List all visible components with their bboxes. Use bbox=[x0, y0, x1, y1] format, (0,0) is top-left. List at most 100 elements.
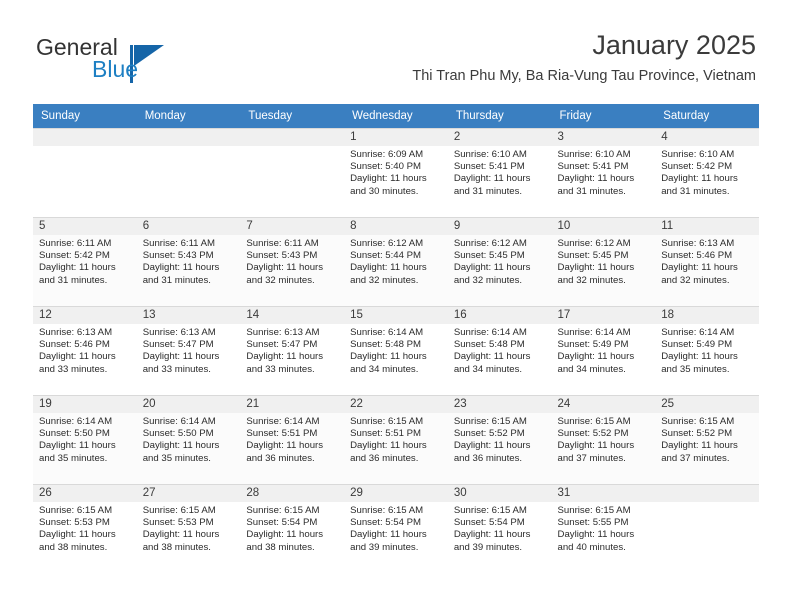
day-details: Sunrise: 6:15 AM Sunset: 5:54 PM Daylight:… bbox=[344, 502, 448, 554]
day-detail-line: Daylight: 11 hours bbox=[453, 262, 531, 274]
brand-logo[interactable]: General Blue bbox=[36, 36, 216, 88]
day-cell[interactable]: 18 Sunrise: 6:14 AM Sunset: 5:49 PM Dayligh… bbox=[655, 306, 759, 395]
calendar-cell[interactable]: 25 Sunrise: 6:15 AM Sunset: 5:52 PM Dayligh… bbox=[655, 395, 759, 484]
calendar-cell[interactable]: 30 Sunrise: 6:15 AM Sunset: 5:54 PM Dayligh… bbox=[447, 484, 552, 573]
day-cell[interactable]: 1 Sunrise: 6:09 AM Sunset: 5:40 PM Daylight… bbox=[344, 128, 448, 217]
calendar-cell[interactable]: 1 Sunrise: 6:09 AM Sunset: 5:40 PM Daylight… bbox=[344, 128, 448, 217]
calendar-cell[interactable]: 28 Sunrise: 6:15 AM Sunset: 5:54 PM Dayligh… bbox=[240, 484, 345, 573]
day-number: 3 bbox=[551, 129, 656, 146]
day-cell[interactable]: 9 Sunrise: 6:12 AM Sunset: 5:45 PM Daylight… bbox=[447, 217, 552, 306]
calendar-cell[interactable]: 12 Sunrise: 6:13 AM Sunset: 5:46 PM Dayligh… bbox=[33, 306, 137, 395]
calendar-cell[interactable]: 18 Sunrise: 6:14 AM Sunset: 5:49 PM Dayligh… bbox=[655, 306, 759, 395]
weekday-header-friday: Friday bbox=[551, 104, 656, 128]
weekday-header-row: Sunday Monday Tuesday Wednesday Thursday… bbox=[33, 104, 759, 128]
weekday-header-sunday: Sunday bbox=[33, 104, 137, 128]
day-cell[interactable]: 2 Sunrise: 6:10 AM Sunset: 5:41 PM Daylight… bbox=[447, 128, 552, 217]
day-cell[interactable]: 17 Sunrise: 6:14 AM Sunset: 5:49 PM Dayligh… bbox=[551, 306, 656, 395]
day-detail-line: Sunrise: 6:10 AM bbox=[453, 149, 527, 160]
day-details: Sunrise: 6:14 AM Sunset: 5:50 PM Daylight:… bbox=[33, 413, 137, 465]
day-detail-line: Daylight: 11 hours bbox=[246, 262, 324, 274]
day-number: 15 bbox=[344, 307, 448, 324]
calendar-cell[interactable]: 21 Sunrise: 6:14 AM Sunset: 5:51 PM Dayligh… bbox=[240, 395, 345, 484]
day-cell[interactable]: 16 Sunrise: 6:14 AM Sunset: 5:48 PM Dayligh… bbox=[447, 306, 552, 395]
day-detail-line: Sunset: 5:52 PM bbox=[661, 428, 733, 440]
day-cell[interactable]: 21 Sunrise: 6:14 AM Sunset: 5:51 PM Dayligh… bbox=[240, 395, 345, 484]
day-cell[interactable]: 5 Sunrise: 6:11 AM Sunset: 5:42 PM Daylight… bbox=[33, 217, 137, 306]
day-cell[interactable]: 10 Sunrise: 6:12 AM Sunset: 5:45 PM Dayligh… bbox=[551, 217, 656, 306]
calendar-cell[interactable] bbox=[33, 128, 137, 217]
calendar-cell[interactable]: 22 Sunrise: 6:15 AM Sunset: 5:51 PM Dayligh… bbox=[344, 395, 448, 484]
calendar-cell[interactable]: 7 Sunrise: 6:11 AM Sunset: 5:43 PM Daylight… bbox=[240, 217, 345, 306]
day-cell[interactable]: 24 Sunrise: 6:15 AM Sunset: 5:52 PM Dayligh… bbox=[551, 395, 656, 484]
day-details: Sunrise: 6:12 AM Sunset: 5:45 PM Daylight:… bbox=[448, 235, 552, 287]
page-header: General Blue January 2025 Thi Tran Phu M… bbox=[0, 0, 792, 104]
calendar-cell[interactable]: 19 Sunrise: 6:14 AM Sunset: 5:50 PM Dayligh… bbox=[33, 395, 137, 484]
calendar-cell[interactable]: 4 Sunrise: 6:10 AM Sunset: 5:42 PM Daylight… bbox=[655, 128, 759, 217]
calendar-cell[interactable]: 31 Sunrise: 6:15 AM Sunset: 5:55 PM Dayligh… bbox=[551, 484, 656, 573]
calendar-cell[interactable]: 20 Sunrise: 6:14 AM Sunset: 5:50 PM Dayligh… bbox=[136, 395, 241, 484]
calendar-cell[interactable] bbox=[655, 484, 759, 573]
day-cell[interactable]: 27 Sunrise: 6:15 AM Sunset: 5:53 PM Dayligh… bbox=[136, 484, 241, 573]
day-cell[interactable]: 11 Sunrise: 6:13 AM Sunset: 5:46 PM Dayligh… bbox=[655, 217, 759, 306]
day-cell[interactable]: 8 Sunrise: 6:12 AM Sunset: 5:44 PM Daylight… bbox=[344, 217, 448, 306]
calendar-cell[interactable] bbox=[136, 128, 241, 217]
day-cell[interactable]: 14 Sunrise: 6:13 AM Sunset: 5:47 PM Dayligh… bbox=[240, 306, 345, 395]
day-cell[interactable]: 25 Sunrise: 6:15 AM Sunset: 5:52 PM Dayligh… bbox=[655, 395, 759, 484]
day-detail-line: and 31 minutes. bbox=[557, 185, 626, 197]
calendar-cell[interactable]: 2 Sunrise: 6:10 AM Sunset: 5:41 PM Daylight… bbox=[447, 128, 552, 217]
day-cell[interactable]: 3 Sunrise: 6:10 AM Sunset: 5:41 PM Daylight… bbox=[551, 128, 656, 217]
calendar-cell[interactable]: 27 Sunrise: 6:15 AM Sunset: 5:53 PM Dayligh… bbox=[136, 484, 241, 573]
calendar-cell[interactable] bbox=[240, 128, 345, 217]
day-number: 7 bbox=[240, 218, 345, 235]
day-cell[interactable]: 30 Sunrise: 6:15 AM Sunset: 5:54 PM Dayligh… bbox=[447, 484, 552, 573]
day-cell[interactable]: 29 Sunrise: 6:15 AM Sunset: 5:54 PM Dayligh… bbox=[344, 484, 448, 573]
day-cell[interactable]: 12 Sunrise: 6:13 AM Sunset: 5:46 PM Dayligh… bbox=[33, 306, 137, 395]
day-cell[interactable]: 20 Sunrise: 6:14 AM Sunset: 5:50 PM Dayligh… bbox=[136, 395, 241, 484]
day-detail-line: Daylight: 11 hours bbox=[142, 262, 220, 274]
calendar-cell[interactable]: 15 Sunrise: 6:14 AM Sunset: 5:48 PM Dayligh… bbox=[344, 306, 448, 395]
calendar-cell[interactable]: 3 Sunrise: 6:10 AM Sunset: 5:41 PM Daylight… bbox=[551, 128, 656, 217]
day-cell[interactable]: 15 Sunrise: 6:14 AM Sunset: 5:48 PM Dayligh… bbox=[344, 306, 448, 395]
calendar-cell[interactable]: 5 Sunrise: 6:11 AM Sunset: 5:42 PM Daylight… bbox=[33, 217, 137, 306]
calendar-cell[interactable]: 6 Sunrise: 6:11 AM Sunset: 5:43 PM Daylight… bbox=[136, 217, 241, 306]
calendar-cell[interactable]: 29 Sunrise: 6:15 AM Sunset: 5:54 PM Dayligh… bbox=[344, 484, 448, 573]
day-cell[interactable]: 13 Sunrise: 6:13 AM Sunset: 5:47 PM Dayligh… bbox=[136, 306, 241, 395]
day-cell[interactable]: 6 Sunrise: 6:11 AM Sunset: 5:43 PM Daylight… bbox=[136, 217, 241, 306]
calendar-cell[interactable]: 13 Sunrise: 6:13 AM Sunset: 5:47 PM Dayligh… bbox=[136, 306, 241, 395]
calendar-cell[interactable]: 26 Sunrise: 6:15 AM Sunset: 5:53 PM Dayligh… bbox=[33, 484, 137, 573]
day-detail-line: Sunrise: 6:12 AM bbox=[350, 238, 424, 249]
day-detail-line: and 34 minutes. bbox=[350, 363, 419, 375]
calendar-cell[interactable]: 11 Sunrise: 6:13 AM Sunset: 5:46 PM Dayligh… bbox=[655, 217, 759, 306]
calendar-cell[interactable]: 17 Sunrise: 6:14 AM Sunset: 5:49 PM Dayligh… bbox=[551, 306, 656, 395]
day-number: 11 bbox=[655, 218, 759, 235]
day-detail-line: Sunrise: 6:15 AM bbox=[350, 416, 424, 427]
day-cell[interactable]: 7 Sunrise: 6:11 AM Sunset: 5:43 PM Daylight… bbox=[240, 217, 345, 306]
calendar-cell[interactable]: 9 Sunrise: 6:12 AM Sunset: 5:45 PM Daylight… bbox=[447, 217, 552, 306]
day-number: 4 bbox=[655, 129, 759, 146]
day-detail-line: Sunset: 5:41 PM bbox=[557, 161, 629, 173]
day-detail-line: and 35 minutes. bbox=[39, 452, 108, 464]
day-detail-line: Sunrise: 6:11 AM bbox=[142, 238, 216, 249]
calendar-cell[interactable]: 16 Sunrise: 6:14 AM Sunset: 5:48 PM Dayligh… bbox=[447, 306, 552, 395]
day-cell[interactable]: 19 Sunrise: 6:14 AM Sunset: 5:50 PM Dayligh… bbox=[33, 395, 137, 484]
day-detail-line: Sunset: 5:54 PM bbox=[350, 517, 422, 529]
calendar-cell[interactable]: 10 Sunrise: 6:12 AM Sunset: 5:45 PM Dayligh… bbox=[551, 217, 656, 306]
day-cell[interactable]: 4 Sunrise: 6:10 AM Sunset: 5:42 PM Daylight… bbox=[655, 128, 759, 217]
day-detail-line: Sunset: 5:42 PM bbox=[39, 250, 110, 262]
day-number: 27 bbox=[136, 485, 241, 502]
day-detail-line: Daylight: 11 hours bbox=[350, 440, 427, 452]
day-cell[interactable]: 23 Sunrise: 6:15 AM Sunset: 5:52 PM Dayligh… bbox=[447, 395, 552, 484]
weekday-header-wednesday: Wednesday bbox=[344, 104, 448, 128]
calendar-cell[interactable]: 23 Sunrise: 6:15 AM Sunset: 5:52 PM Dayligh… bbox=[447, 395, 552, 484]
calendar-cell[interactable]: 24 Sunrise: 6:15 AM Sunset: 5:52 PM Dayligh… bbox=[551, 395, 656, 484]
page-title: January 2025 bbox=[592, 30, 756, 60]
calendar-body: 1 Sunrise: 6:09 AM Sunset: 5:40 PM Daylight… bbox=[33, 128, 759, 573]
calendar-cell[interactable]: 14 Sunrise: 6:13 AM Sunset: 5:47 PM Dayligh… bbox=[240, 306, 345, 395]
day-detail-line: and 37 minutes. bbox=[557, 452, 626, 464]
day-cell[interactable]: 28 Sunrise: 6:15 AM Sunset: 5:54 PM Dayligh… bbox=[240, 484, 345, 573]
calendar-cell[interactable]: 8 Sunrise: 6:12 AM Sunset: 5:44 PM Daylight… bbox=[344, 217, 448, 306]
day-cell[interactable]: 26 Sunrise: 6:15 AM Sunset: 5:53 PM Dayligh… bbox=[33, 484, 137, 573]
day-cell[interactable]: 31 Sunrise: 6:15 AM Sunset: 5:55 PM Dayligh… bbox=[551, 484, 656, 573]
day-cell[interactable]: 22 Sunrise: 6:15 AM Sunset: 5:51 PM Dayligh… bbox=[344, 395, 448, 484]
day-details: Sunrise: 6:11 AM Sunset: 5:43 PM Daylight:… bbox=[137, 235, 241, 287]
